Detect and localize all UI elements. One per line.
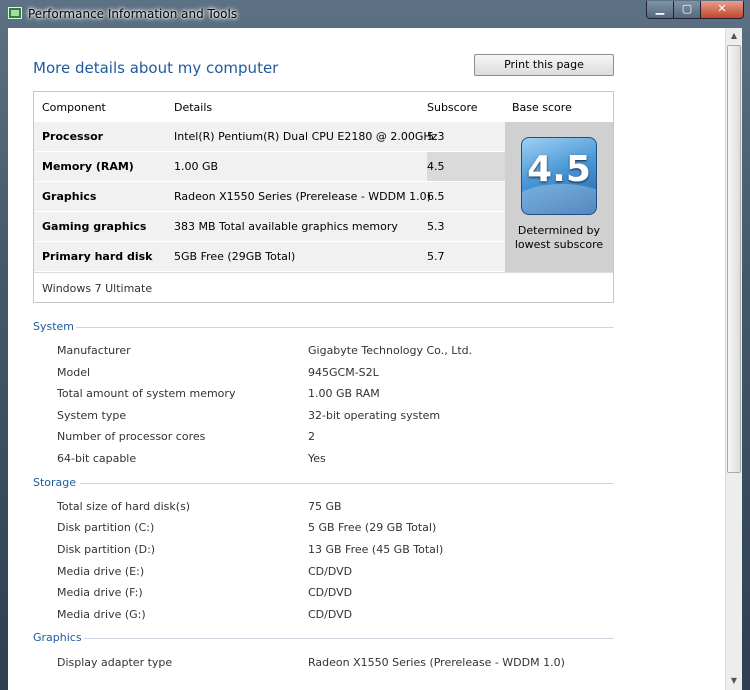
section-title-graphics: Graphics	[33, 631, 82, 644]
section-title-system: System	[33, 320, 75, 333]
scroll-down-arrow-icon[interactable]: ▼	[726, 673, 742, 689]
performance-window: Performance Information and Tools ▁ ▢ ✕ …	[0, 0, 750, 690]
row-subscore: 5.3	[427, 130, 445, 143]
system-type-value: 32-bit operating system	[308, 409, 441, 422]
row-subscore: 5.3	[427, 220, 445, 233]
storage-g-value: CD/DVD	[308, 608, 353, 621]
system-memory-value: 1.00 GB RAM	[308, 387, 380, 400]
system-64bit-label: 64-bit capable	[57, 452, 137, 465]
app-icon	[8, 7, 22, 19]
storage-d-value: 13 GB Free (45 GB Total)	[308, 543, 444, 556]
score-table: Component Details Subscore Base score Pr…	[33, 91, 614, 303]
row-details: 5GB Free (29GB Total)	[174, 250, 296, 263]
window-title: Performance Information and Tools	[28, 7, 238, 21]
storage-c-label: Disk partition (C:)	[57, 521, 155, 534]
print-button[interactable]: Print this page	[474, 54, 614, 76]
storage-total-value: 75 GB	[308, 500, 342, 513]
system-cores-value: 2	[308, 430, 315, 443]
storage-e-value: CD/DVD	[308, 565, 353, 578]
divider	[76, 327, 614, 328]
header-base-score: Base score	[512, 101, 572, 114]
row-details: Radeon X1550 Series (Prerelease - WDDM 1…	[174, 190, 431, 203]
base-score-panel: 4.5 Determined by lowest subscore	[505, 122, 613, 272]
close-button[interactable]: ✕	[700, 1, 744, 19]
content-area: More details about my computer Print thi…	[8, 28, 742, 690]
maximize-button[interactable]: ▢	[673, 1, 701, 19]
score-row-hard-disk: Primary hard disk 5GB Free (29GB Total) …	[34, 242, 505, 271]
score-table-header: Component Details Subscore Base score	[34, 92, 613, 122]
divider	[34, 272, 613, 273]
vertical-scrollbar[interactable]: ▲ ▼	[725, 28, 742, 690]
divider	[84, 638, 614, 639]
page-title: More details about my computer	[33, 59, 279, 77]
storage-d-label: Disk partition (D:)	[57, 543, 156, 556]
system-model-label: Model	[57, 366, 91, 379]
divider	[80, 483, 614, 484]
system-manufacturer-value: Gigabyte Technology Co., Ltd.	[308, 344, 473, 357]
row-component: Graphics	[42, 190, 97, 203]
score-row-gaming-graphics: Gaming graphics 383 MB Total available g…	[34, 212, 505, 242]
row-subscore: 5.7	[427, 250, 445, 263]
system-memory-label: Total amount of system memory	[57, 387, 236, 400]
storage-g-label: Media drive (G:)	[57, 608, 146, 621]
score-row-processor: Processor Intel(R) Pentium(R) Dual CPU E…	[34, 122, 505, 152]
row-component: Primary hard disk	[42, 250, 153, 263]
base-score-caption: Determined by lowest subscore	[514, 224, 604, 251]
row-details: 383 MB Total available graphics memory	[174, 220, 398, 233]
base-score-value: 4.5	[527, 149, 591, 190]
header-details: Details	[174, 101, 213, 114]
row-component: Processor	[42, 130, 104, 143]
score-row-memory: Memory (RAM) 1.00 GB 4.5	[34, 152, 505, 182]
system-model-value: 945GCM-S2L	[308, 366, 379, 379]
storage-c-value: 5 GB Free (29 GB Total)	[308, 521, 437, 534]
title-bar[interactable]: Performance Information and Tools ▁ ▢ ✕	[0, 0, 750, 28]
score-row-graphics: Graphics Radeon X1550 Series (Prerelease…	[34, 182, 505, 212]
system-manufacturer-label: Manufacturer	[57, 344, 131, 357]
system-64bit-value: Yes	[308, 452, 326, 465]
graphics-adapter-label: Display adapter type	[57, 656, 173, 669]
row-subscore: 6.5	[427, 190, 445, 203]
windows-edition: Windows 7 Ultimate	[42, 282, 153, 295]
storage-f-value: CD/DVD	[308, 586, 353, 599]
row-component: Gaming graphics	[42, 220, 147, 233]
section-title-storage: Storage	[33, 476, 77, 489]
graphics-adapter-value: Radeon X1550 Series (Prerelease - WDDM 1…	[308, 656, 565, 669]
header-component: Component	[42, 101, 106, 114]
storage-f-label: Media drive (F:)	[57, 586, 143, 599]
scroll-up-arrow-icon[interactable]: ▲	[726, 28, 742, 44]
minimize-button[interactable]: ▁	[646, 1, 674, 19]
storage-total-label: Total size of hard disk(s)	[57, 500, 191, 513]
base-score-badge: 4.5	[521, 137, 597, 215]
system-type-label: System type	[57, 409, 127, 422]
row-component: Memory (RAM)	[42, 160, 134, 173]
row-details: 1.00 GB	[174, 160, 219, 173]
system-cores-label: Number of processor cores	[57, 430, 206, 443]
row-subscore-lowest: 4.5	[427, 152, 505, 181]
row-details: Intel(R) Pentium(R) Dual CPU E2180 @ 2.0…	[174, 130, 438, 143]
storage-e-label: Media drive (E:)	[57, 565, 145, 578]
scrollbar-thumb[interactable]	[727, 45, 741, 473]
header-subscore: Subscore	[427, 101, 478, 114]
